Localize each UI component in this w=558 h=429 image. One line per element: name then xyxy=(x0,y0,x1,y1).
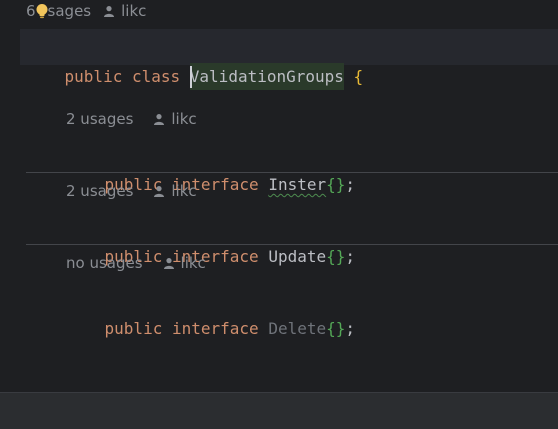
usages-count-suffix[interactable]: sages xyxy=(48,0,92,22)
member-inlay-hints: 2 usages likc xyxy=(66,108,197,130)
text-caret xyxy=(189,65,192,88)
code-editor[interactable]: 6 sages likc public class ValidationGrou… xyxy=(0,0,558,392)
member-inlay-hints: no usages likc xyxy=(66,252,206,274)
declaration-separator xyxy=(26,172,558,173)
interface-braces: {} xyxy=(326,247,346,266)
bottom-panel-strip xyxy=(0,392,558,429)
keyword-public: public xyxy=(64,67,123,86)
usages-count[interactable]: no usages xyxy=(66,252,143,274)
class-name-identifier[interactable]: ValidationGroups xyxy=(189,63,344,90)
semicolon: ; xyxy=(345,175,356,194)
keyword-class: class xyxy=(131,67,181,86)
user-icon xyxy=(153,185,165,197)
semicolon: ; xyxy=(345,247,356,266)
code-line-interface-delete[interactable]: public interface Delete{}; xyxy=(66,284,355,338)
interface-name-identifier[interactable]: Inster xyxy=(268,175,326,194)
user-icon xyxy=(103,5,115,17)
code-line-interface-inster[interactable]: public interface Inster{}; xyxy=(66,140,355,194)
author-name: likc xyxy=(171,182,197,200)
author-hint[interactable]: likc xyxy=(153,108,197,130)
code-line-class-declaration[interactable]: public class ValidationGroups { xyxy=(26,32,363,90)
member-inlay-hints: 2 usages likc xyxy=(66,180,197,202)
author-hint[interactable]: likc xyxy=(103,0,146,22)
author-name: likc xyxy=(121,2,147,20)
class-inlay-hints: 6 sages likc xyxy=(26,0,146,22)
usages-count[interactable]: 2 usages xyxy=(66,108,133,130)
author-name: likc xyxy=(171,110,197,128)
editor-gutter[interactable] xyxy=(0,0,20,392)
usages-count[interactable]: 2 usages xyxy=(66,180,133,202)
interface-name-identifier[interactable]: Update xyxy=(268,247,326,266)
code-line-closing-brace[interactable]: } xyxy=(26,356,75,392)
keyword-public: public xyxy=(104,319,163,338)
interface-braces: {} xyxy=(326,319,346,338)
user-icon xyxy=(153,113,165,125)
declaration-separator xyxy=(26,244,558,245)
lightbulb-icon[interactable] xyxy=(35,3,49,19)
opening-brace: { xyxy=(353,67,364,86)
author-hint[interactable]: likc xyxy=(163,252,206,274)
code-line-interface-update[interactable]: public interface Update{}; xyxy=(66,212,355,266)
interface-braces: {} xyxy=(326,175,346,194)
author-name: likc xyxy=(180,254,206,272)
interface-name-identifier[interactable]: Delete xyxy=(268,319,326,338)
keyword-interface: interface xyxy=(171,319,259,338)
semicolon: ; xyxy=(345,319,356,338)
user-icon xyxy=(163,257,175,269)
author-hint[interactable]: likc xyxy=(153,180,197,202)
